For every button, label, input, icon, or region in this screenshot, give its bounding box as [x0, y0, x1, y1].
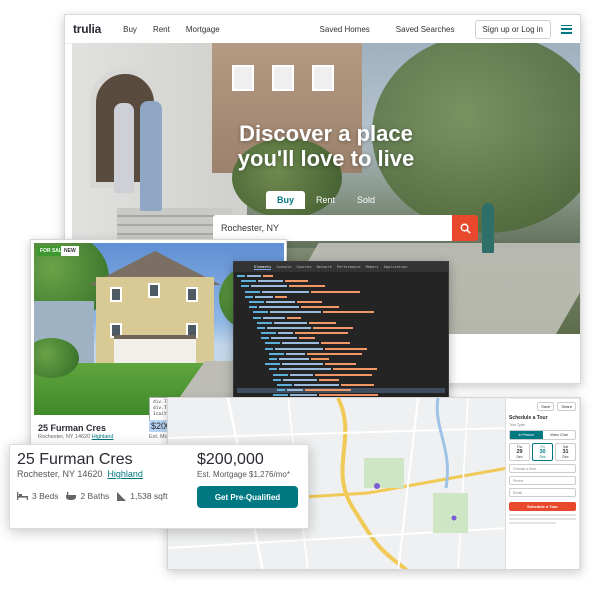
date-option[interactable]: Sat 31 Dec — [555, 443, 576, 461]
listing-city-text: Rochester, NY 14620 — [38, 434, 91, 440]
devtools-tab-console[interactable]: Console — [276, 265, 291, 269]
date-option[interactable]: Thu 29 Dec — [509, 443, 530, 461]
sqft-text: 1,538 sqft — [130, 491, 168, 501]
hamburger-menu-icon[interactable] — [561, 24, 572, 34]
date-month: Dec — [516, 455, 523, 459]
search-mode-tabs: Buy Rent Sold — [266, 191, 386, 209]
devtools-tab-application[interactable]: Application — [384, 265, 408, 269]
schedule-tour-panel: Save Share Schedule a Tour Tour Type In … — [505, 399, 579, 569]
tab-sold[interactable]: Sold — [346, 191, 386, 209]
price-summary-card: 25 Furman Cres Rochester, NY 14620 Highl… — [9, 444, 309, 529]
tour-video-chat[interactable]: Video Chat — [543, 431, 576, 439]
location-search-input[interactable]: Rochester, NY — [213, 215, 452, 241]
nav-mortgage[interactable]: Mortgage — [186, 25, 220, 34]
nav-saved-homes[interactable]: Saved Homes — [320, 25, 370, 34]
beds-fact: 3 Beds — [17, 491, 58, 501]
top-nav: trulia Buy Rent Mortgage Saved Homes Sav… — [65, 15, 580, 44]
listing-city: Rochester, NY 14620 Highland — [38, 434, 113, 440]
devtools-tab-performance[interactable]: Performance — [337, 265, 361, 269]
bed-icon — [17, 492, 28, 500]
sqft-fact: 1,538 sqft — [117, 491, 168, 501]
tab-rent[interactable]: Rent — [305, 191, 346, 209]
time-select[interactable]: Choose a time — [509, 464, 576, 473]
listing-neighborhood-link[interactable]: Highland — [92, 434, 114, 440]
get-prequalified-button[interactable]: Get Pre-Qualified — [197, 486, 298, 508]
summary-price: $200,000 — [197, 451, 264, 468]
trulia-logo[interactable]: trulia — [73, 22, 101, 36]
summary-address: 25 Furman Cres — [17, 451, 133, 468]
search-button[interactable] — [452, 215, 478, 241]
search-icon — [460, 223, 471, 234]
nav-buy[interactable]: Buy — [123, 25, 137, 34]
nav-saved-searches[interactable]: Saved Searches — [396, 25, 455, 34]
summary-neighborhood-link[interactable]: Highland — [107, 469, 143, 479]
new-badge: NEW — [61, 246, 79, 256]
tour-type-label: Tour Type — [509, 423, 525, 427]
beds-text: 3 Beds — [32, 491, 59, 501]
summary-city-text: Rochester, NY 14620 — [17, 469, 103, 479]
devtools-tab-network[interactable]: Network — [317, 265, 332, 269]
bath-icon — [66, 492, 77, 500]
schedule-title: Schedule a Tour — [509, 415, 548, 421]
schedule-tour-button[interactable]: Schedule a Tour — [509, 502, 576, 511]
map-pin-icon[interactable] — [374, 483, 380, 489]
phone-field[interactable]: Phone — [509, 476, 576, 485]
nav-rent[interactable]: Rent — [153, 25, 170, 34]
date-month: Dec — [539, 455, 546, 459]
date-option[interactable]: Fri 30 Dec — [532, 443, 553, 461]
summary-mortgage: Est. Mortgage $1,276/mo* — [197, 470, 290, 479]
disclaimer-placeholder — [509, 514, 576, 524]
baths-fact: 2 Baths — [66, 491, 109, 501]
date-month: Dec — [562, 455, 569, 459]
hero-person — [482, 203, 494, 253]
composite-screenshot: trulia Buy Rent Mortgage Saved Homes Sav… — [0, 0, 600, 600]
summary-city: Rochester, NY 14620 Highland — [17, 469, 143, 479]
save-button[interactable]: Save — [537, 402, 555, 411]
email-field[interactable]: Email — [509, 488, 576, 497]
hero-title: Discover a place you'll love to live — [237, 121, 415, 171]
devtools-tab-sources[interactable]: Sources — [296, 265, 311, 269]
date-picker: Thu 29 Dec Fri 30 Dec Sat 31 Dec — [509, 443, 576, 461]
devtools-tabs: Elements Console Sources Network Perform… — [234, 262, 448, 272]
devtools-tab-memory[interactable]: Memory — [366, 265, 379, 269]
tour-type-toggle: In Person Video Chat — [509, 430, 576, 440]
devtools-tab-elements[interactable]: Elements — [254, 265, 272, 270]
tab-buy[interactable]: Buy — [266, 191, 306, 209]
share-button[interactable]: Share — [557, 402, 576, 411]
tour-in-person[interactable]: In Person — [510, 431, 543, 439]
signin-button[interactable]: Sign up or Log in — [474, 19, 551, 39]
summary-facts: 3 Beds 2 Baths 1,538 sqft — [17, 491, 176, 501]
ruler-icon — [117, 491, 127, 501]
listing-address[interactable]: 25 Furman Cres — [38, 423, 106, 433]
baths-text: 2 Baths — [80, 491, 110, 501]
